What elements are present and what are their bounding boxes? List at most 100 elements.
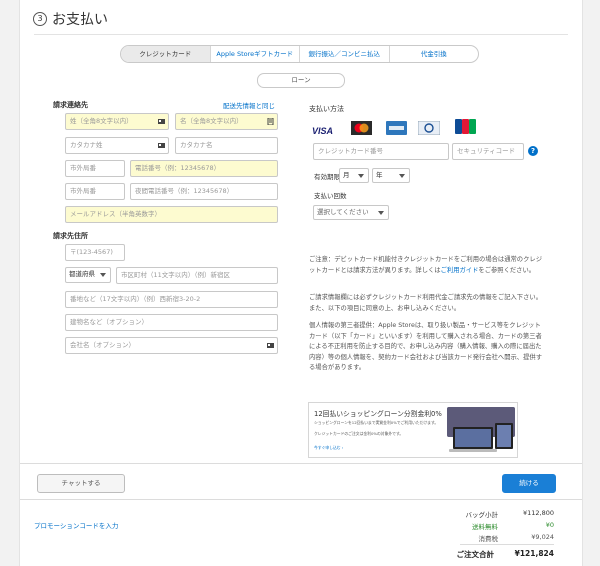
security-code-field[interactable]: セキュリティコード — [452, 143, 524, 160]
mac-devices-image — [447, 407, 515, 452]
card-number-placeholder: クレジットカード番号 — [318, 147, 383, 155]
prefecture-value: 都道府県 — [69, 270, 95, 278]
jcb-icon — [455, 119, 476, 134]
page-title: お支払い — [52, 12, 108, 28]
street-field[interactable]: 番地など（17文字以内）（例）西新宿3-20-2 — [65, 291, 278, 308]
mastercard-logo — [351, 120, 372, 135]
street-placeholder: 番地など（17文字以内）（例）西新宿3-20-2 — [70, 295, 201, 303]
shipping-value: ¥0 — [545, 521, 554, 529]
area-code-field[interactable]: 市外局番 — [65, 160, 125, 177]
total-divider — [460, 544, 554, 545]
expiry-year-value: 年 — [376, 171, 383, 179]
installments-value: 選択してください — [317, 208, 369, 216]
visa-logo-text: VISA — [312, 126, 334, 136]
last-name-field[interactable]: 姓（全角8文字以内） — [65, 113, 169, 130]
diners-club-icon — [417, 120, 441, 136]
shopping-loan-banner[interactable]: 12回払いショッピングローン分割金利0% ショッピングローンを12回払いまで実質… — [308, 402, 518, 458]
help-icon[interactable]: ? — [528, 146, 538, 156]
diners-logo — [417, 120, 441, 136]
debit-card-note: ご注意：デビットカード机能付きクレジットカードをご利用の場合は通常のクレジットカ… — [309, 255, 545, 276]
chevron-down-icon — [378, 211, 384, 215]
tab-bank-convenience[interactable]: 銀行振込／コンビニ払込 — [300, 46, 390, 62]
area-code-placeholder: 市外局番 — [70, 164, 96, 172]
prefecture-select[interactable]: 都道府県 — [65, 267, 111, 283]
installments-label: 支払い回数 — [314, 192, 347, 200]
card-number-field[interactable]: クレジットカード番号 — [313, 143, 449, 160]
first-name-field[interactable]: 名（全角8文字以内） — [175, 113, 278, 130]
chat-button[interactable]: チャットする — [37, 474, 125, 493]
email-field[interactable]: メールアドレス（半角英数字） — [65, 206, 278, 223]
city-field[interactable]: 市区町村（11文字以内）（例）新宿区 — [116, 267, 278, 284]
amex-icon — [386, 121, 407, 135]
banner-line-1: ショッピングローンを12回払いまで実質金利0%でご利用いただけます。 — [314, 420, 439, 425]
continue-button[interactable]: 続ける — [502, 474, 556, 493]
first-name-placeholder: 名（全角8文字以内） — [180, 117, 243, 125]
summary-divider — [20, 499, 582, 500]
company-field[interactable]: 会社名（オプション） — [65, 337, 278, 354]
contact-card-icon — [158, 143, 165, 148]
email-placeholder: メールアドレス（半角英数字） — [70, 210, 161, 218]
visa-logo: VISA — [312, 119, 343, 137]
contact-card-icon — [267, 343, 274, 348]
first-name-kana-field[interactable]: カタカナ名 — [175, 137, 278, 154]
last-name-kana-placeholder: カタカナ姓 — [70, 141, 103, 149]
company-placeholder: 会社名（オプション） — [70, 341, 135, 349]
banner-title: 12回払いショッピングローン分割金利0% — [314, 410, 442, 418]
city-placeholder: 市区町村（11文字以内）（例）新宿区 — [121, 271, 231, 279]
banner-line-2: クレジットカードのご注文は金利0%の対象外です。 — [314, 431, 404, 436]
expiry-label: 有効期限 — [314, 173, 340, 181]
tab-cash-on-delivery[interactable]: 代金引換 — [390, 46, 479, 62]
security-code-placeholder: セキュリティコード — [457, 147, 516, 155]
key-icon — [267, 118, 274, 125]
payment-method-heading: 支払い方法 — [309, 105, 344, 113]
usage-guide-link[interactable]: ご利用ガイド — [441, 267, 479, 274]
expiry-year-select[interactable]: 年 — [372, 168, 410, 183]
step-number: 3 — [33, 12, 47, 26]
phone-placeholder: 電話番号（例：12345678） — [135, 164, 221, 172]
payment-tabs: クレジットカード Apple Storeギフトカード 銀行振込／コンビニ払込 代… — [120, 45, 479, 63]
expiry-month-select[interactable]: 月 — [339, 168, 369, 183]
night-phone-field[interactable]: 夜間電話番号（例：12345678） — [130, 183, 278, 200]
chevron-down-icon — [358, 174, 364, 178]
jcb-logo — [455, 119, 476, 134]
billing-address-heading: 請求先住所 — [53, 232, 88, 240]
tax-label: 消費税 — [478, 535, 499, 543]
promo-code-link[interactable]: プロモーションコードを入力 — [34, 520, 118, 530]
amex-logo — [386, 120, 407, 135]
phone-field[interactable]: 電話番号（例：12345678） — [130, 160, 278, 177]
tab-gift-card[interactable]: Apple Storeギフトカード — [211, 46, 300, 62]
subtotal-value: ¥112,800 — [522, 509, 554, 517]
shipping-label: 送料無料 — [472, 523, 498, 531]
subtotal-label: バッグ小計 — [465, 511, 499, 519]
tab-credit-card[interactable]: クレジットカード — [121, 46, 211, 62]
total-label: ご注文合計 — [456, 550, 495, 559]
night-phone-placeholder: 夜間電話番号（例：12345678） — [135, 187, 234, 195]
last-name-kana-field[interactable]: カタカナ姓 — [65, 137, 169, 154]
footer-divider — [20, 463, 582, 464]
area-code-2-placeholder: 市外局番 — [70, 187, 96, 195]
chevron-down-icon — [100, 273, 106, 277]
divider — [34, 34, 568, 35]
checkout-page: 3 お支払い クレジットカード Apple Storeギフトカード 銀行振込／コ… — [19, 0, 583, 566]
contact-card-icon — [158, 119, 165, 124]
postal-code-placeholder: 〒(123-4567) — [70, 248, 113, 256]
same-as-shipping-link[interactable]: 配送先情報と同じ — [223, 100, 275, 110]
tax-value: ¥9,024 — [531, 533, 554, 541]
first-name-kana-placeholder: カタカナ名 — [180, 141, 213, 149]
chevron-down-icon — [399, 174, 405, 178]
banner-link[interactable]: 今すぐ申し込む › — [314, 445, 343, 451]
privacy-note: 個人情報の第三者提供：Apple Storeは、取り扱い製品・サービス等をクレジ… — [309, 322, 542, 371]
postal-code-field[interactable]: 〒(123-4567) — [65, 244, 125, 261]
building-placeholder: 建物名など（オプション） — [70, 318, 148, 326]
billing-contact-heading: 請求連絡先 — [53, 101, 88, 109]
mastercard-icon — [351, 121, 372, 135]
billing-info-note: ご請求情報欄には必ずクレジットカード利用代金ご請求先の情報をご記入下さい。また、… — [309, 294, 542, 312]
building-field[interactable]: 建物名など（オプション） — [65, 314, 278, 331]
debit-card-note-tail: をご参照ください。 — [478, 266, 536, 274]
total-value: ¥121,824 — [514, 549, 554, 558]
area-code-2-field[interactable]: 市外局番 — [65, 183, 125, 200]
last-name-placeholder: 姓（全角8文字以内） — [70, 117, 133, 125]
expiry-month-value: 月 — [343, 171, 350, 179]
installments-select[interactable]: 選択してください — [313, 205, 389, 220]
loan-button[interactable]: ローン — [257, 73, 345, 88]
